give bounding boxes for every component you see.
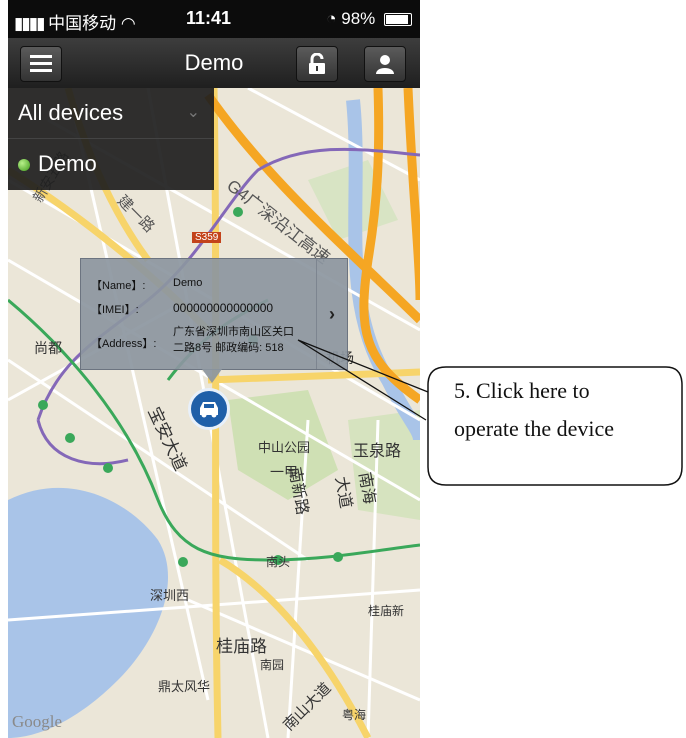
- annotation-text: 5. Click here to operate the device: [454, 372, 614, 448]
- callout-pointer-lines: [297, 339, 429, 421]
- annotation-line-2: operate the device: [454, 416, 615, 441]
- annotation-line-1: 5. Click here to: [454, 378, 590, 403]
